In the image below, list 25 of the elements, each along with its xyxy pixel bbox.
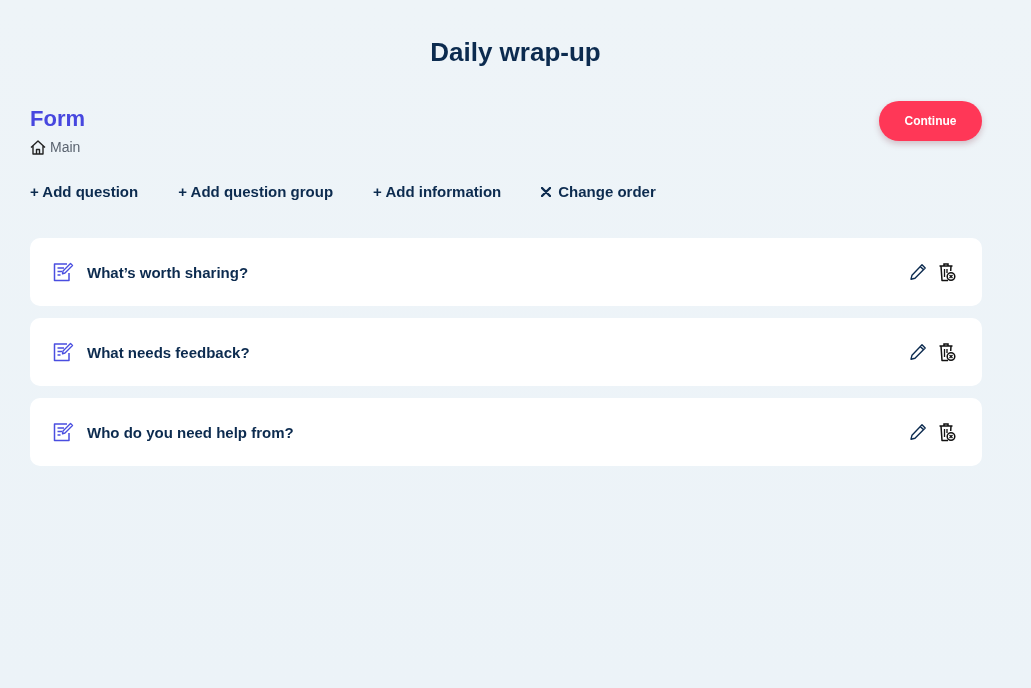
change-order-button[interactable]: Change order (541, 183, 656, 201)
note-edit-icon (53, 422, 74, 442)
pencil-icon (909, 343, 927, 361)
edit-button[interactable] (907, 341, 929, 363)
page-title: Daily wrap-up (430, 36, 601, 68)
trash-icon (938, 262, 956, 282)
pencil-icon (909, 263, 927, 281)
note-edit-icon (53, 342, 74, 362)
question-text: Who do you need help from? (87, 423, 295, 441)
add-link[interactable]: + Add question group (178, 183, 334, 201)
trash-icon (938, 422, 956, 442)
breadcrumb-text: Main (50, 138, 81, 156)
question-text: What’s worth sharing? (87, 263, 250, 281)
add-link[interactable]: + Add information (373, 183, 502, 201)
edit-button[interactable] (907, 261, 929, 283)
cross-icon (541, 187, 552, 197)
edit-button[interactable] (907, 421, 929, 443)
add-link[interactable]: + Add question (30, 183, 139, 201)
question-text: What needs feedback? (87, 343, 251, 361)
trash-icon (938, 342, 956, 362)
form-title: Form (30, 106, 85, 132)
pencil-icon (909, 423, 927, 441)
note-edit-icon (53, 262, 74, 282)
continue-button[interactable]: Continue (879, 101, 982, 141)
home-icon (30, 139, 46, 155)
